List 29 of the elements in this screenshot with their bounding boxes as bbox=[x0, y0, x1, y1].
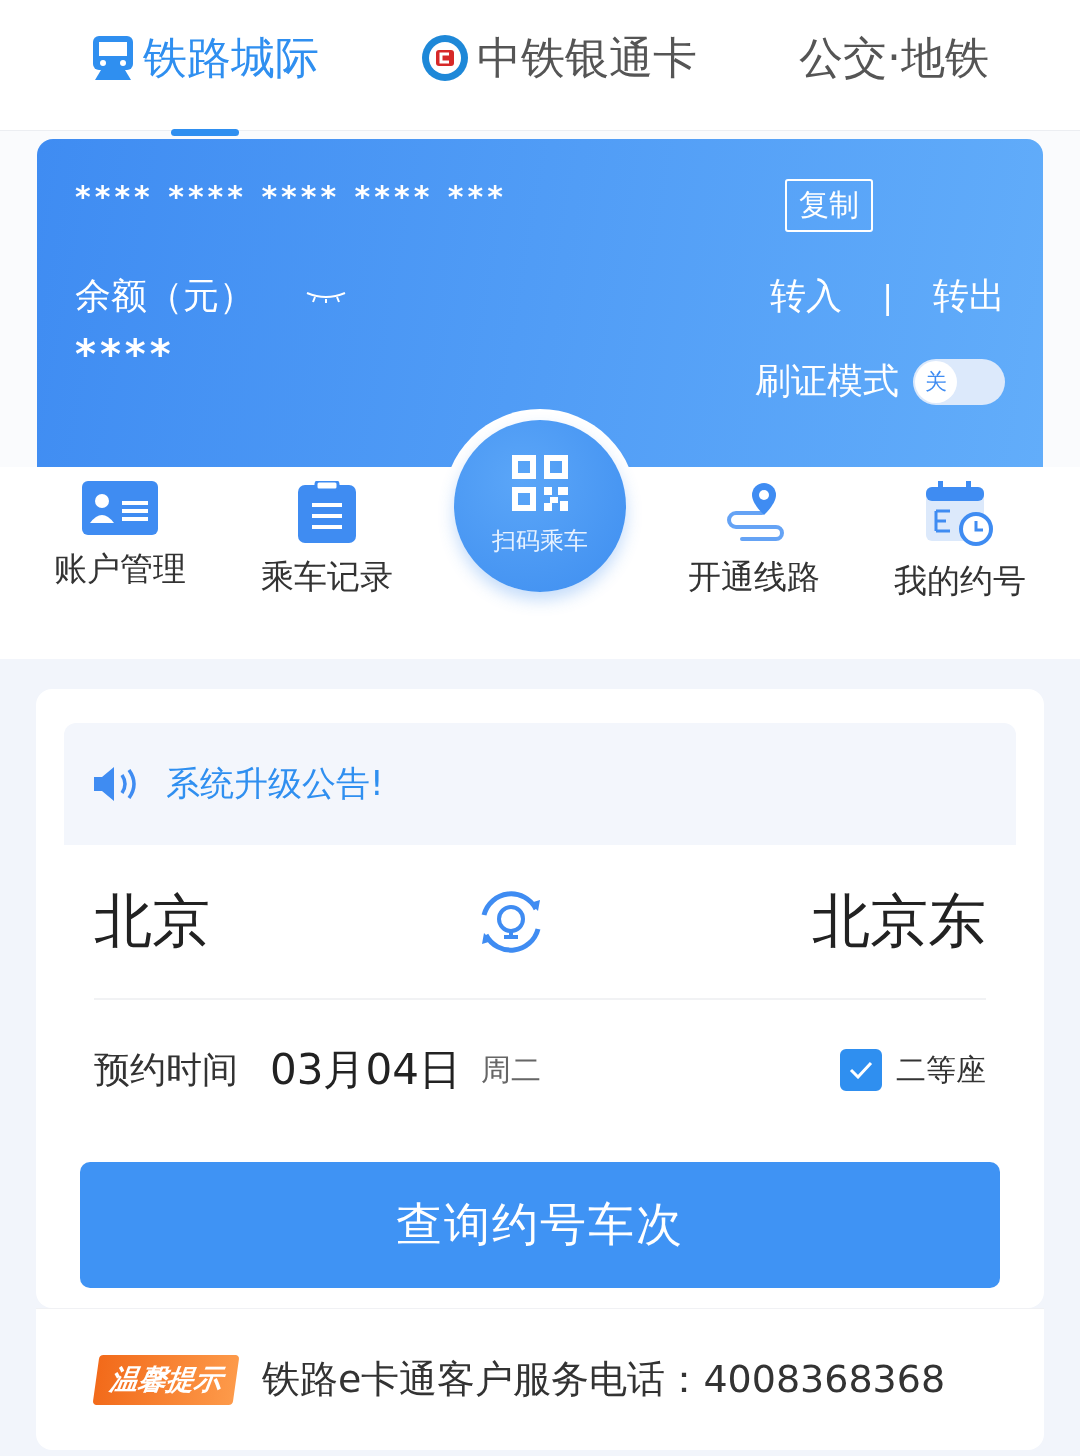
balance-amount: **** bbox=[75, 331, 176, 377]
train-icon bbox=[91, 34, 135, 82]
service-phone-text: 铁路e卡通客户服务电话：4008368368 bbox=[262, 1356, 946, 1403]
clipboard-icon bbox=[297, 481, 356, 543]
balance-label: 余额（元） bbox=[75, 274, 255, 318]
seat-checkbox[interactable] bbox=[840, 1049, 882, 1091]
id-mode-label: 刷证模式 bbox=[755, 359, 899, 403]
qr-code-icon bbox=[512, 455, 568, 511]
action-item[interactable]: 我的约号 bbox=[870, 467, 1050, 659]
card-number: **** **** **** **** *** bbox=[75, 179, 507, 214]
tab[interactable]: 中铁银通卡 bbox=[477, 28, 697, 88]
weekday: 周二 bbox=[480, 1050, 542, 1089]
tip-badge: 温馨提示 bbox=[92, 1354, 240, 1405]
tab-indicator bbox=[171, 128, 239, 136]
action-item[interactable]: 乘车记录 bbox=[236, 467, 417, 659]
separator: | bbox=[882, 277, 893, 316]
date-value[interactable]: 03月04日 bbox=[270, 1042, 461, 1098]
seat-label: 二等座 bbox=[896, 1050, 986, 1089]
arrival-station[interactable]: 北京东 bbox=[812, 882, 986, 961]
departure-station[interactable]: 北京 bbox=[94, 882, 210, 961]
closed-eye-icon[interactable] bbox=[305, 290, 347, 303]
calendar-clock-icon bbox=[926, 481, 994, 547]
logo-icon bbox=[421, 34, 469, 82]
check-icon bbox=[849, 1061, 873, 1079]
date-label: 预约时间 bbox=[94, 1047, 238, 1092]
action-item[interactable]: 开通线路 bbox=[663, 467, 844, 659]
tab[interactable]: 公交·地铁 bbox=[799, 28, 989, 88]
action-item[interactable]: 账户管理 bbox=[30, 467, 210, 659]
id-card-icon bbox=[82, 481, 158, 535]
